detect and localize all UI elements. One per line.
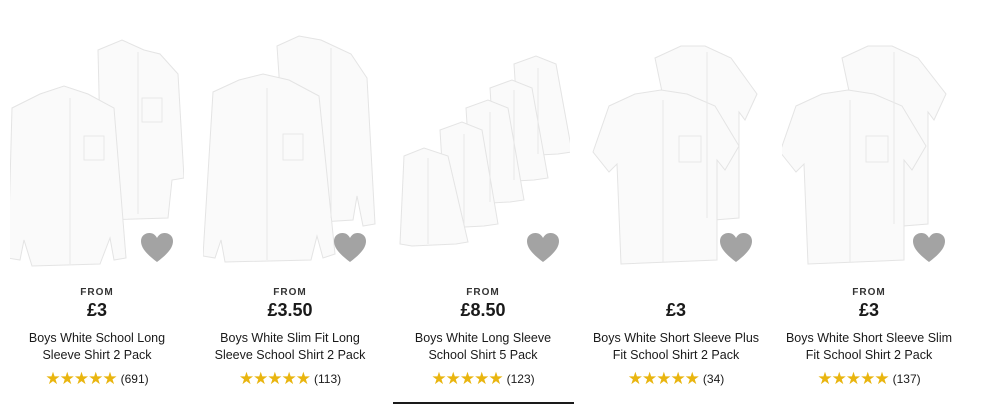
review-count: (691) [120, 371, 149, 386]
review-count: (137) [892, 371, 921, 386]
star-rating-icon: ★★★★★ [817, 369, 889, 388]
product-card[interactable]: £3 Boys White Short Sleeve Plus Fit Scho… [583, 0, 769, 404]
star-rating-icon: ★★★★★ [45, 369, 117, 388]
review-count: (34) [702, 371, 725, 386]
star-rating-icon: ★★★★★ [627, 369, 700, 388]
rating[interactable]: ★★★★★ (137) [776, 370, 962, 387]
product-card[interactable]: FROM £8.50 Boys White Long Sleeve School… [390, 0, 576, 404]
product-title[interactable]: Boys White Short Sleeve Slim Fit School … [782, 330, 956, 364]
rating[interactable]: ★★★★★ (691) [4, 370, 190, 387]
product-card[interactable]: FROM £3 Boys White Short Sleeve Slim Fit… [776, 0, 962, 404]
product-title[interactable]: Boys White School Long Sleeve Shirt 2 Pa… [10, 330, 184, 364]
rating[interactable]: ★★★★★ (123) [390, 370, 576, 387]
product-title[interactable]: Boys White Slim Fit Long Sleeve School S… [203, 330, 377, 364]
wishlist-heart-icon[interactable] [913, 233, 945, 263]
product-title[interactable]: Boys White Long Sleeve School Shirt 5 Pa… [396, 330, 570, 364]
wishlist-heart-icon[interactable] [720, 233, 752, 263]
price: £3.50 [267, 300, 313, 320]
price: £3 [665, 300, 687, 320]
product-card[interactable]: FROM £3.50 Boys White Slim Fit Long Slee… [197, 0, 383, 404]
product-grid: FROM £3 Boys White School Long Sleeve Sh… [0, 0, 982, 404]
wishlist-heart-icon[interactable] [141, 233, 173, 263]
product-card[interactable]: FROM £3 Boys White School Long Sleeve Sh… [4, 0, 190, 404]
star-rating-icon: ★★★★★ [238, 369, 311, 388]
price: £3 [86, 300, 108, 320]
from-label: FROM [273, 287, 307, 298]
review-count: (123) [506, 371, 535, 386]
wishlist-heart-icon[interactable] [527, 233, 559, 263]
product-title[interactable]: Boys White Short Sleeve Plus Fit School … [589, 330, 763, 364]
star-rating-icon: ★★★★★ [431, 369, 503, 388]
from-label: FROM [852, 287, 886, 298]
price: £8.50 [460, 300, 506, 320]
review-count: (113) [314, 371, 342, 386]
from-label: FROM [466, 287, 500, 298]
price: £3 [858, 300, 880, 320]
from-label: FROM [80, 287, 114, 298]
wishlist-heart-icon[interactable] [334, 233, 366, 263]
rating[interactable]: ★★★★★ (34) [583, 370, 769, 387]
rating[interactable]: ★★★★★ (113) [197, 370, 383, 387]
